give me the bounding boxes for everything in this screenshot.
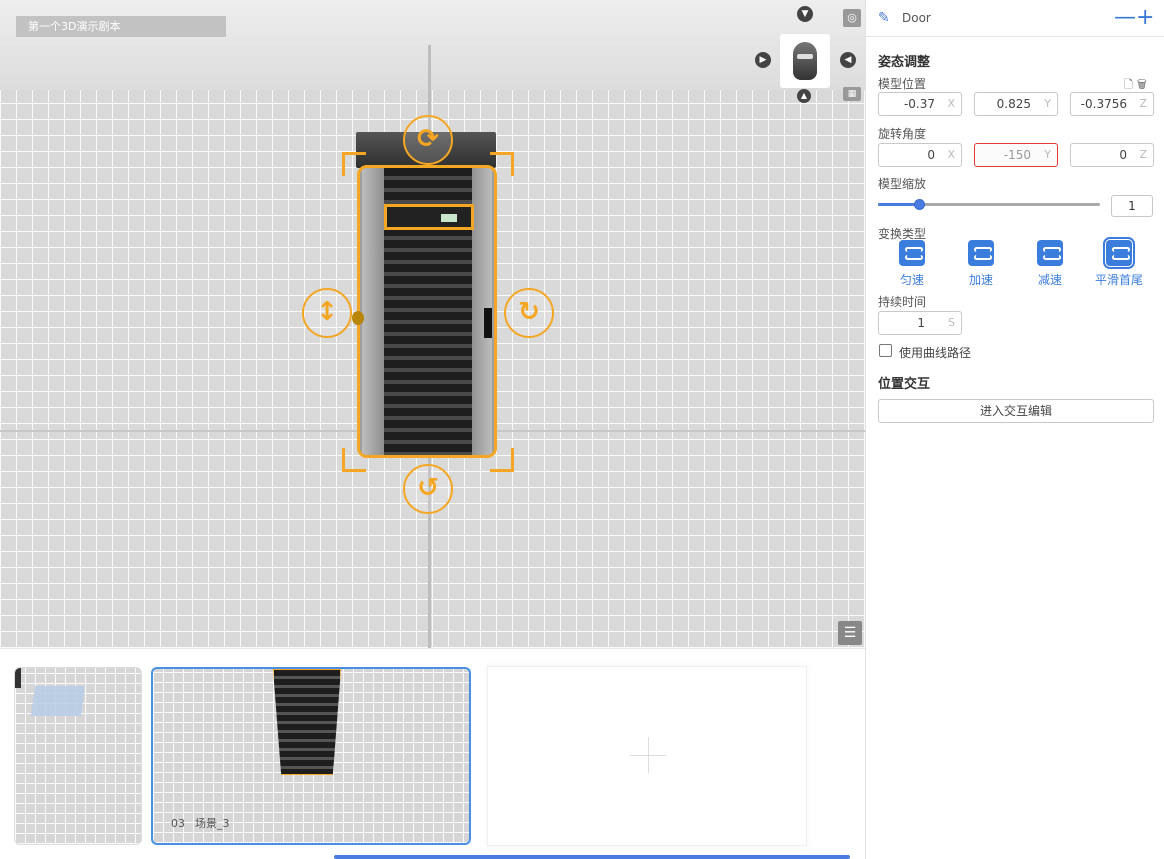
duration-label: 持续时间	[878, 295, 927, 309]
position-label: 模型位置	[878, 77, 927, 91]
axis-y-label: Y	[1044, 148, 1051, 161]
selection-corner-top-left	[342, 152, 366, 176]
scene-title: 第一个3D演示剧本	[16, 16, 226, 37]
selection-corner-top-right	[490, 152, 514, 176]
enter-interaction-edit-button[interactable]: 进入交互编辑	[878, 399, 1154, 423]
thumbnail-name: 场景_3	[195, 817, 230, 830]
list-icon[interactable]: ☰	[838, 621, 862, 645]
transition-ease-in-label: 加速	[968, 273, 993, 287]
position-y-value: 0.825	[996, 97, 1031, 111]
position-x-value: -0.37	[903, 97, 935, 111]
move-vertical-gizmo-icon[interactable]: ↕	[302, 288, 352, 338]
horizontal-scrollbar[interactable]	[334, 855, 850, 859]
cabinet-model[interactable]	[357, 165, 497, 458]
panel-header: ✎ Door — +	[866, 0, 1164, 37]
selection-corner-bottom-right	[490, 448, 514, 472]
object-name: Door	[902, 11, 931, 25]
rotate-gizmo-icon[interactable]: ⟳	[403, 115, 453, 165]
path-plus-icon	[968, 240, 994, 266]
pose-section-title: 姿态调整	[878, 55, 931, 70]
transition-ease-in-out-label: 平滑首尾	[1094, 273, 1143, 287]
duration-unit: S	[948, 316, 955, 329]
panel-led	[441, 214, 457, 222]
thumbnail-index: 03	[171, 817, 185, 830]
rotation-x-input[interactable]: 0 X	[878, 143, 962, 167]
grid-toggle-icon[interactable]: ▦	[843, 87, 861, 101]
thumbnail-caption: 03 场景_3	[171, 815, 240, 831]
door-hinge-knob	[352, 311, 364, 325]
axis-x-label: X	[947, 97, 955, 110]
path-smooth-icon	[1103, 237, 1135, 269]
selection-corner-bottom-left	[342, 448, 366, 472]
thumbnail-cabinet	[273, 669, 341, 775]
head-model-icon	[793, 42, 817, 80]
properties-panel: ✎ Door — + 姿态调整 模型位置 🗋🗑 -0.37 X 0.825 Y …	[865, 0, 1164, 859]
position-y-input[interactable]: 0.825 Y	[974, 92, 1058, 116]
door-handle	[484, 308, 492, 338]
position-x-input[interactable]: -0.37 X	[878, 92, 962, 116]
thumbnail-plate	[30, 686, 86, 716]
minus-icon[interactable]: —	[1114, 4, 1136, 32]
path-minus-icon	[1037, 240, 1063, 266]
rotation-x-value: 0	[927, 148, 935, 162]
transition-ease-out-label: 减速	[1037, 273, 1062, 287]
curve-path-label: 使用曲线路径	[899, 346, 972, 360]
3d-viewport[interactable]: 第一个3D演示剧本 ▼ ◎ ▶ ◀ ▲ ▦ ⟳ ↕ ↻ ↺ ☰	[0, 0, 865, 648]
path-icon	[899, 240, 925, 266]
transition-ease-in[interactable]: 加速	[951, 240, 1011, 288]
axis-z-label: Z	[1139, 148, 1147, 161]
cabinet-side-left	[362, 168, 384, 455]
axis-y-label: Y	[1044, 97, 1051, 110]
duration-value: 1	[917, 316, 925, 330]
transition-ease-out[interactable]: 减速	[1020, 240, 1080, 288]
interaction-section-title: 位置交互	[878, 377, 931, 392]
scale-value-input[interactable]: 1	[1111, 195, 1153, 217]
thumbnail-object	[15, 668, 21, 688]
rotate-side-gizmo-icon[interactable]: ↻	[504, 288, 554, 338]
target-icon[interactable]: ◎	[843, 9, 861, 27]
plus-icon-vertical	[648, 737, 649, 773]
scene-thumbnail[interactable]	[14, 667, 142, 845]
scale-slider-handle[interactable]	[914, 199, 926, 210]
chevron-left-icon[interactable]: ◀	[840, 52, 856, 68]
rotate-horizontal-gizmo-icon[interactable]: ↺	[403, 464, 453, 514]
view-orientation-cube[interactable]	[780, 34, 830, 88]
transition-linear[interactable]: 匀速	[882, 240, 942, 288]
chevron-down-icon[interactable]: ▼	[797, 6, 813, 22]
sky-background	[0, 0, 865, 90]
plus-icon[interactable]: +	[1136, 4, 1154, 32]
transition-ease-in-out[interactable]: 平滑首尾	[1089, 237, 1149, 288]
axis-x-label: X	[947, 148, 955, 161]
add-scene-button[interactable]	[487, 666, 807, 846]
position-z-value: -0.3756	[1080, 97, 1127, 111]
scale-label: 模型缩放	[878, 177, 927, 191]
transition-linear-label: 匀速	[899, 273, 924, 287]
axis-z-label: Z	[1139, 97, 1147, 110]
rotation-z-input[interactable]: 0 Z	[1070, 143, 1154, 167]
cabinet-control-panel	[384, 204, 474, 230]
chevron-right-icon[interactable]: ▶	[755, 52, 771, 68]
position-z-input[interactable]: -0.3756 Z	[1070, 92, 1154, 116]
rotation-y-value: -150	[1003, 148, 1031, 162]
duration-input[interactable]: 1 S	[878, 311, 962, 335]
pencil-icon[interactable]: ✎	[878, 10, 894, 26]
rotation-label: 旋转角度	[878, 127, 927, 141]
scene-filmstrip: 03 场景_3	[0, 648, 865, 859]
rotation-y-input[interactable]: -150 Y	[974, 143, 1058, 167]
chevron-up-icon[interactable]: ▲	[797, 89, 811, 103]
scene-thumbnail-selected[interactable]: 03 场景_3	[151, 667, 471, 845]
curve-path-checkbox[interactable]	[879, 344, 892, 357]
rotation-z-value: 0	[1119, 148, 1127, 162]
